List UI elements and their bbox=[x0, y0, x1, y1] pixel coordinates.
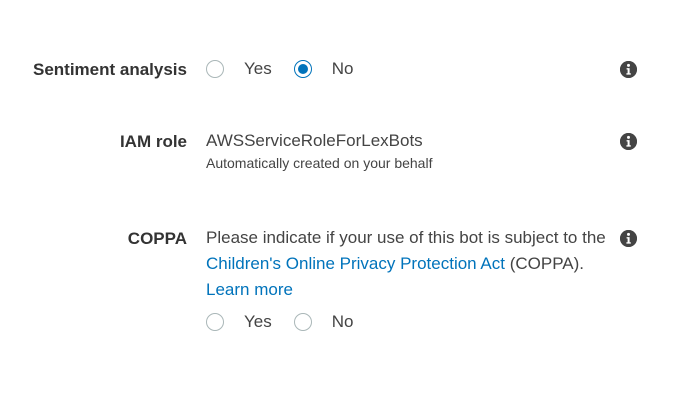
learn-more-link[interactable]: Learn more bbox=[206, 280, 293, 299]
iam-role-value-block: AWSServiceRoleForLexBots Automatically c… bbox=[206, 128, 432, 172]
coppa-description: Please indicate if your use of this bot … bbox=[206, 225, 606, 303]
iam-role-label: IAM role bbox=[119, 132, 187, 151]
sentiment-yes-label[interactable]: Yes bbox=[244, 58, 272, 80]
sentiment-analysis-label: Sentiment analysis bbox=[32, 60, 187, 79]
iam-role-value: AWSServiceRoleForLexBots bbox=[206, 131, 423, 150]
sentiment-radio-group: Yes No bbox=[206, 58, 375, 80]
iam-role-info-icon[interactable] bbox=[620, 133, 637, 150]
sentiment-yes-radio[interactable] bbox=[206, 60, 224, 78]
coppa-radio-group: Yes No bbox=[206, 311, 606, 333]
sentiment-no-label[interactable]: No bbox=[332, 58, 354, 80]
coppa-info-icon[interactable] bbox=[620, 230, 637, 247]
coppa-text-before: Please indicate if your use of this bot … bbox=[206, 228, 606, 247]
sentiment-info-icon[interactable] bbox=[620, 61, 637, 78]
coppa-no-label[interactable]: No bbox=[332, 311, 354, 333]
coppa-content: Please indicate if your use of this bot … bbox=[206, 225, 606, 333]
coppa-text-after: (COPPA). bbox=[505, 254, 585, 273]
coppa-no-radio[interactable] bbox=[293, 313, 312, 331]
coppa-act-link[interactable]: Children's Online Privacy Protection Act bbox=[206, 254, 505, 273]
sentiment-no-radio[interactable] bbox=[293, 60, 312, 78]
coppa-yes-radio[interactable] bbox=[206, 313, 224, 331]
iam-role-subtext: Automatically created on your behalf bbox=[206, 155, 433, 171]
coppa-label: COPPA bbox=[127, 229, 187, 248]
sentiment-analysis-options: Yes No bbox=[206, 58, 375, 80]
coppa-yes-label[interactable]: Yes bbox=[244, 311, 272, 333]
